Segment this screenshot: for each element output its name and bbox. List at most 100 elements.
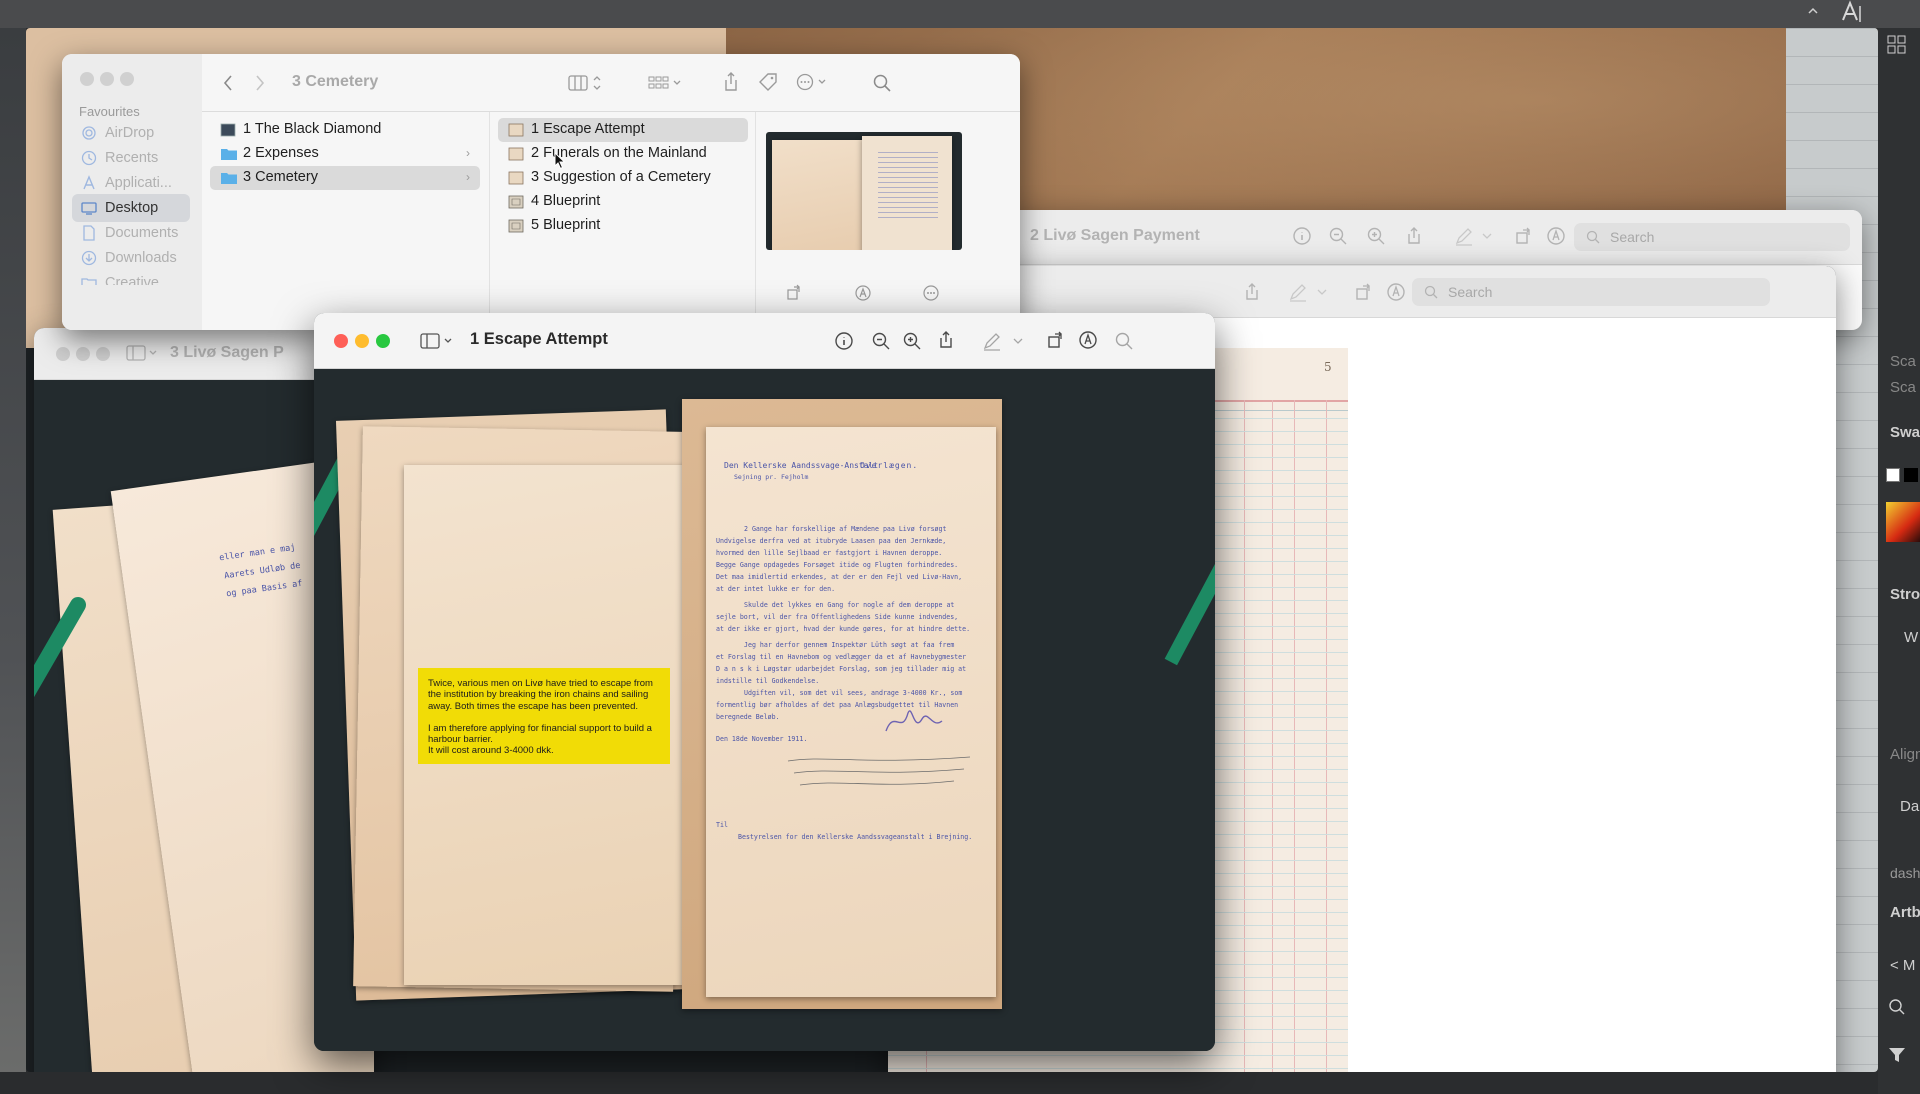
panel-item[interactable]: Da xyxy=(1900,798,1919,815)
sidebar-item-creative[interactable]: Creative... xyxy=(72,269,190,285)
zoom-button[interactable] xyxy=(96,347,110,361)
panel-item[interactable]: Sca xyxy=(1890,353,1916,370)
zoom-in-icon[interactable] xyxy=(902,331,922,351)
chevron-down-icon[interactable] xyxy=(1012,331,1024,351)
list-item[interactable]: 3 Cemetery › xyxy=(210,166,480,190)
pdf-file-icon xyxy=(508,171,524,185)
panel-item[interactable]: Artbo xyxy=(1890,904,1920,921)
search-placeholder: Search xyxy=(1448,284,1493,300)
letter-line: Til xyxy=(716,821,728,829)
column-view-icon[interactable] xyxy=(568,74,604,92)
markup-icon[interactable] xyxy=(854,284,872,302)
letter-line: beregnede Beløb. xyxy=(716,713,780,721)
finder-column-1: 1 The Black Diamond 2 Expenses › 3 Cemete… xyxy=(202,112,490,330)
chevron-down-icon[interactable] xyxy=(148,344,158,362)
preview-mid-title: 3 Livø Sagen P xyxy=(170,344,284,361)
search-icon[interactable] xyxy=(1888,998,1906,1016)
blueprint-file-icon xyxy=(508,219,524,233)
sidebar-toggle-icon[interactable] xyxy=(126,344,146,362)
close-button[interactable] xyxy=(80,72,94,86)
info-icon[interactable] xyxy=(1292,226,1312,246)
share-icon[interactable] xyxy=(936,330,956,350)
panel-item[interactable]: W xyxy=(1904,629,1918,646)
chevron-right-icon: › xyxy=(466,170,470,184)
letter-line: formentlig bør afholdes af det paa Anlæg… xyxy=(716,701,959,709)
share-icon[interactable] xyxy=(722,72,740,92)
search-icon[interactable] xyxy=(1114,331,1134,351)
list-item[interactable]: 3 Suggestion of a Cemetery xyxy=(498,166,748,190)
preview-front-toolbar: 1 Escape Attempt xyxy=(314,313,1215,369)
list-item[interactable]: 5 Blueprint xyxy=(498,214,748,238)
preview-window-front[interactable]: 1 Escape Attempt Den Kellerske Aandssvag… xyxy=(314,313,1215,1051)
more-actions-icon[interactable] xyxy=(922,284,940,302)
file-thumbnail[interactable] xyxy=(766,132,962,250)
swatch-none[interactable] xyxy=(1886,468,1900,482)
minimize-button[interactable] xyxy=(76,347,90,361)
markup-pen-icon[interactable] xyxy=(1288,282,1308,302)
markup-pen-icon[interactable] xyxy=(1454,226,1474,246)
tag-icon[interactable] xyxy=(758,72,778,92)
letter-line: at der intet lukke er for den. xyxy=(716,585,836,593)
grid-icon[interactable] xyxy=(1886,34,1908,56)
sidebar-item-airdrop[interactable]: AirDrop xyxy=(72,119,190,147)
back-chevron-icon[interactable] xyxy=(222,74,234,92)
list-item[interactable]: 1 Escape Attempt xyxy=(498,118,748,142)
sidebar-item-desktop[interactable]: Desktop xyxy=(72,194,190,222)
zoom-button[interactable] xyxy=(376,334,390,348)
swatch-gradient[interactable] xyxy=(1886,502,1920,542)
zoom-button[interactable] xyxy=(120,72,134,86)
close-button[interactable] xyxy=(334,334,348,348)
chevron-down-icon[interactable] xyxy=(1316,282,1328,302)
panel-item[interactable]: Align xyxy=(1890,746,1920,763)
filter-icon[interactable] xyxy=(1888,1046,1906,1064)
panel-item[interactable]: Swat xyxy=(1890,424,1920,441)
sidebar-toggle-icon[interactable] xyxy=(420,332,440,350)
chevron-up-icon[interactable] xyxy=(1806,4,1820,18)
zoom-out-icon[interactable] xyxy=(1328,226,1348,246)
info-icon[interactable] xyxy=(834,331,854,351)
panel-item[interactable]: < M xyxy=(1890,957,1915,974)
rotate-icon[interactable] xyxy=(786,284,804,302)
sidebar-item-applications[interactable]: Applicati... xyxy=(72,169,190,197)
folder-icon xyxy=(220,171,238,185)
rotate-icon[interactable] xyxy=(1354,282,1374,302)
annotate-icon[interactable] xyxy=(1546,226,1566,246)
panel-item[interactable]: Sca xyxy=(1890,379,1916,396)
zoom-out-icon[interactable] xyxy=(871,331,891,351)
minimize-button[interactable] xyxy=(100,72,114,86)
search-icon[interactable] xyxy=(872,73,892,93)
swatch-black[interactable] xyxy=(1904,468,1918,482)
preview-back-search[interactable]: Search xyxy=(1574,223,1850,251)
finder-window[interactable]: Favourites AirDrop Recents Applicati... … xyxy=(62,54,1020,330)
chevron-down-icon[interactable] xyxy=(1481,226,1493,246)
share-icon[interactable] xyxy=(1242,282,1262,302)
rotate-icon[interactable] xyxy=(1514,226,1534,246)
sidebar-item-recents[interactable]: Recents xyxy=(72,144,190,172)
ledger-search[interactable]: Search xyxy=(1412,278,1770,306)
group-view-icon[interactable] xyxy=(648,74,684,92)
list-item[interactable]: 2 Expenses › xyxy=(210,142,480,166)
annotate-icon[interactable] xyxy=(1078,330,1098,350)
rotate-icon[interactable] xyxy=(1046,330,1066,350)
mouse-cursor xyxy=(554,152,566,170)
sidebar-item-downloads[interactable]: Downloads xyxy=(72,244,190,272)
list-item[interactable]: 4 Blueprint xyxy=(498,190,748,214)
annotate-icon[interactable] xyxy=(1386,282,1406,302)
forward-chevron-icon[interactable] xyxy=(254,74,266,92)
panel-item[interactable]: Stro xyxy=(1890,586,1920,603)
sidebar-item-label: Desktop xyxy=(105,200,159,216)
letter-line: et Forslag til en Havnebom og vedlægger … xyxy=(716,653,967,661)
list-item[interactable]: 2 Funerals on the Mainland xyxy=(498,142,748,166)
close-button[interactable] xyxy=(56,347,70,361)
share-icon[interactable] xyxy=(1404,226,1424,246)
sidebar-item-documents[interactable]: Documents xyxy=(72,219,190,247)
type-tool-icon[interactable] xyxy=(1840,0,1864,24)
minimize-button[interactable] xyxy=(355,334,369,348)
more-actions-icon[interactable] xyxy=(796,73,830,91)
chevron-down-icon[interactable] xyxy=(443,332,453,350)
zoom-in-icon[interactable] xyxy=(1366,226,1386,246)
panel-item[interactable]: dash xyxy=(1890,865,1920,881)
sidebar-section-favourites: Favourites xyxy=(79,104,140,119)
markup-pen-icon[interactable] xyxy=(982,331,1002,351)
list-item[interactable]: 1 The Black Diamond xyxy=(210,118,480,142)
